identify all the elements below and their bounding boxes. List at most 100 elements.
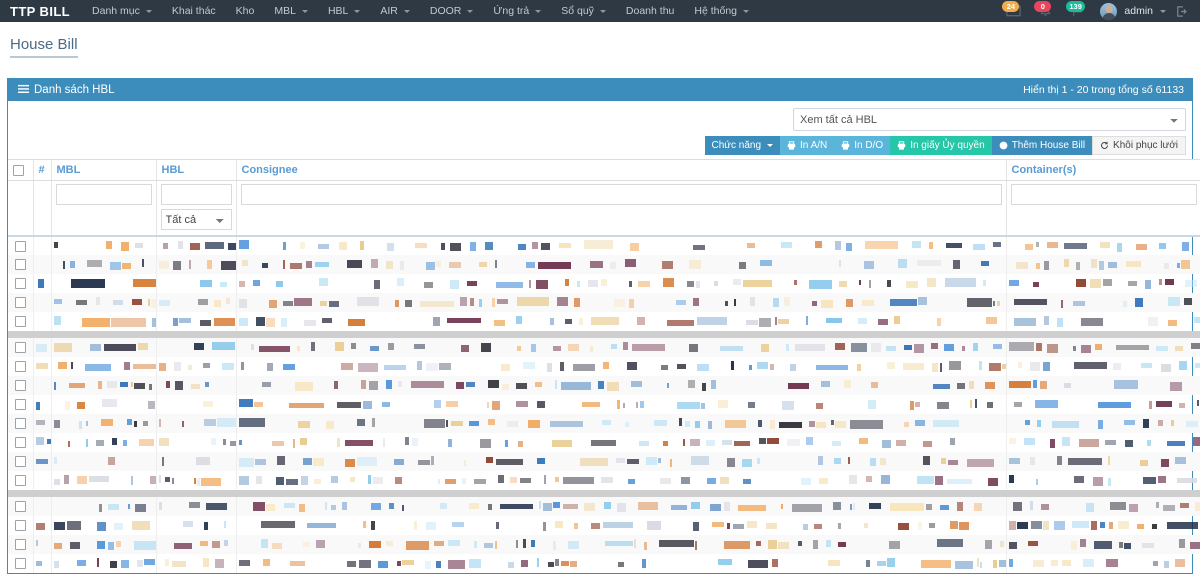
header-hbl[interactable]: HBL (156, 159, 237, 181)
row-checkbox[interactable] (14, 278, 26, 290)
row-select-cell[interactable] (8, 338, 34, 357)
row-checkbox[interactable] (14, 558, 26, 570)
row-checkbox[interactable] (14, 456, 26, 468)
row-checkbox[interactable] (14, 501, 26, 513)
row-checkbox[interactable] (14, 520, 26, 532)
row-select-cell[interactable] (8, 452, 34, 471)
nav-item-ng-tr[interactable]: Ứng trả (483, 0, 551, 22)
button-in-d-o[interactable]: In D/O (834, 136, 891, 155)
nav-item-s-qu[interactable]: Sổ quỹ (551, 0, 616, 22)
select-all-checkbox[interactable] (13, 164, 24, 176)
row-select-cell[interactable] (8, 497, 34, 516)
notification-bell[interactable]: 0 (1030, 0, 1060, 22)
chevron-down-icon (743, 9, 750, 13)
row-checkbox[interactable] (14, 316, 26, 328)
row-select-cell[interactable] (8, 395, 34, 414)
table-row[interactable] (8, 312, 1200, 331)
table-row[interactable] (8, 452, 1200, 471)
view-select[interactable]: Xem tất cả HBL (793, 108, 1186, 131)
row-select-cell[interactable] (8, 471, 34, 490)
nav-item-label: HBL (327, 5, 349, 17)
table-row[interactable] (8, 535, 1200, 554)
row-select-cell[interactable] (8, 357, 34, 376)
header-index[interactable]: # (33, 159, 52, 181)
table-row[interactable] (8, 376, 1200, 395)
nav-item-h-th-ng[interactable]: Hệ thống (684, 0, 759, 22)
redacted-content (157, 312, 236, 331)
nav-item-hbl[interactable]: HBL (318, 0, 370, 22)
table-row[interactable] (8, 274, 1200, 293)
row-select-cell[interactable] (8, 516, 34, 535)
nav-item-danh-m-c[interactable]: Danh mục (82, 0, 162, 22)
table-row[interactable] (8, 471, 1200, 490)
table-row[interactable] (8, 516, 1200, 535)
user-name[interactable]: admin (1119, 5, 1156, 17)
row-checkbox[interactable] (14, 361, 26, 373)
notification-mail[interactable]: 24 (998, 0, 1028, 22)
row-select-cell[interactable] (8, 312, 34, 331)
row-select-cell[interactable] (8, 535, 34, 554)
filter-hbl-input[interactable] (160, 184, 232, 205)
row-select-cell[interactable] (8, 236, 34, 255)
row-cell-num (33, 274, 52, 293)
header-mbl[interactable]: MBL (51, 159, 157, 181)
table-row[interactable] (8, 497, 1200, 516)
hbl-panel: Danh sách HBL Hiển thị 1 - 20 trong tổng… (7, 78, 1200, 574)
row-checkbox[interactable] (14, 475, 26, 487)
redacted-content (1007, 554, 1200, 573)
button-in-a-n[interactable]: In A/N (780, 136, 835, 155)
row-checkbox[interactable] (14, 437, 26, 449)
table-row[interactable] (8, 338, 1200, 357)
row-checkbox[interactable] (14, 418, 26, 430)
nav-item-kho[interactable]: Kho (226, 0, 265, 22)
table-row[interactable] (8, 414, 1200, 433)
filter-hbl-select[interactable]: Tất cả (160, 209, 232, 230)
header-consignee[interactable]: Consignee (236, 159, 1007, 181)
logout-button[interactable] (1168, 0, 1194, 22)
redacted-content (157, 497, 236, 516)
header-select-all[interactable] (8, 159, 34, 181)
row-checkbox[interactable] (14, 539, 26, 551)
notification-flag[interactable]: 139 (1062, 0, 1092, 22)
row-checkbox[interactable] (14, 259, 26, 271)
table-row[interactable] (8, 255, 1200, 274)
avatar[interactable] (1100, 2, 1118, 20)
table-row[interactable] (8, 395, 1200, 414)
table-row[interactable] (8, 433, 1200, 452)
nav-item-khai-th-c[interactable]: Khai thác (162, 0, 226, 22)
filter-consignee-input[interactable] (240, 184, 1002, 205)
row-select-cell[interactable] (8, 274, 34, 293)
button-in-gi-y-y-quy-n[interactable]: In giấy Ủy quyền (890, 136, 992, 155)
button-kh-i-ph-c-l-i[interactable]: Khôi phục lưới (1092, 136, 1186, 155)
row-checkbox[interactable] (14, 380, 26, 392)
row-checkbox[interactable] (14, 399, 26, 411)
row-cell-num (33, 535, 52, 554)
brand-logo[interactable]: TTP BILL (0, 4, 82, 19)
nav-item-doanh-thu[interactable]: Doanh thu (616, 0, 684, 22)
table-row[interactable] (8, 236, 1200, 255)
row-checkbox[interactable] (14, 240, 26, 252)
table-row[interactable] (8, 357, 1200, 376)
button-ch-c-n-ng[interactable]: Chức năng (704, 136, 781, 155)
row-select-cell[interactable] (8, 433, 34, 452)
nav-item-air[interactable]: AIR (370, 0, 420, 22)
row-select-cell[interactable] (8, 376, 34, 395)
row-select-cell[interactable] (8, 293, 34, 312)
redacted-content (237, 274, 1006, 293)
table-row[interactable] (8, 293, 1200, 312)
nav-item-mbl[interactable]: MBL (264, 0, 318, 22)
row-cell-mbl (51, 312, 157, 331)
nav-item-door[interactable]: DOOR (420, 0, 484, 22)
table-row[interactable] (8, 554, 1200, 573)
filter-containers-input[interactable] (1010, 184, 1197, 205)
header-containers[interactable]: Container(s) (1006, 159, 1200, 181)
row-checkbox[interactable] (14, 342, 26, 354)
row-checkbox[interactable] (14, 297, 26, 309)
row-select-cell[interactable] (8, 414, 34, 433)
row-select-cell[interactable] (8, 255, 34, 274)
row-select-cell[interactable] (8, 554, 34, 573)
chevron-down-icon[interactable] (1160, 9, 1166, 13)
filter-mbl-input[interactable] (55, 184, 152, 205)
button-th-m-house-bill[interactable]: Thêm House Bill (991, 136, 1093, 155)
redacted-content (237, 516, 1006, 535)
